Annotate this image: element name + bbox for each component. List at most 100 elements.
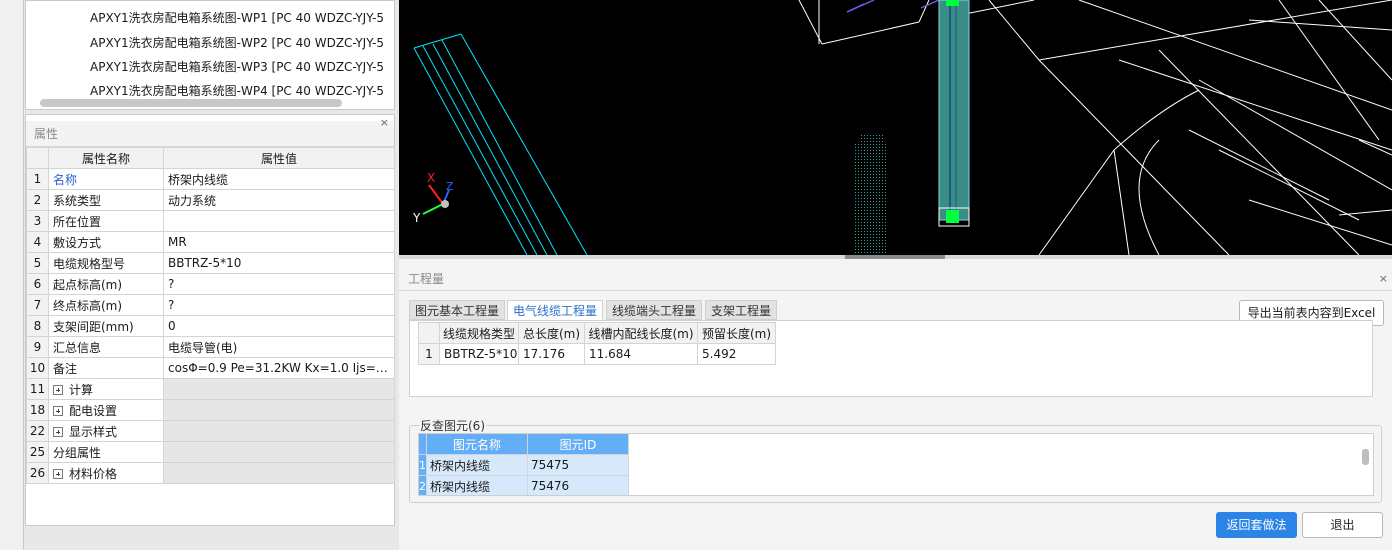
left-toolbar-strip [0,0,24,550]
row-number: 9 [26,336,49,358]
property-name: 支架间距(mm) [48,315,164,337]
properties-panel: × 属性 属性名称 属性值 1 名称 桥架内线缆 2 系统类型 动力系统 3 所在位置 4 敷设方… [25,114,395,526]
direction-arrows [846,0,940,13]
axis-gizmo: X Z Y [412,171,454,225]
table-cell[interactable]: 17.176 [518,343,585,365]
property-row[interactable]: 1 名称 桥架内线缆 [26,168,395,190]
property-value[interactable]: cosΦ=0.9 Pe=31.2KW Kx=1.0 Ijs=52... [163,357,395,379]
property-row[interactable]: 9 汇总信息 电缆导管(电) [26,336,395,358]
row-number: 1 [419,454,427,476]
row-number: 4 [26,231,49,253]
tab-cable-terminal-quantities[interactable]: 线缆端头工程量 [606,300,703,320]
3d-viewport[interactable]: X Z Y [399,0,1392,255]
property-value[interactable]: 动力系统 [163,189,395,211]
tab-basic-quantities[interactable]: 图元基本工程量 [409,300,506,320]
cable-quantity-table-container: 线缆规格类型 总长度(m) 线槽内配线长度(m) 预留长度(m) 1 BBTRZ… [409,320,1373,397]
row-number: 26 [26,462,49,484]
property-row[interactable]: 22 显示样式 [26,420,395,442]
corner-cell [418,322,440,344]
row-number: 8 [26,315,49,337]
property-row[interactable]: 6 起点标高(m)? [26,273,395,295]
property-value[interactable] [163,420,395,442]
property-name: 分组属性 [48,441,164,463]
corner-cell [26,147,49,169]
close-icon[interactable]: × [380,116,389,129]
property-name: 材料价格 [48,462,164,484]
property-value[interactable] [163,399,395,421]
tree-item[interactable]: APXY1洗衣房配电箱系统图-WP3 [PC 40 WDZC-YJY-5 [90,56,384,78]
column-header: 线缆规格类型 [439,322,519,344]
table-row[interactable]: 1 BBTRZ-5*10 17.176 11.684 5.492 [418,343,776,365]
column-header: 预留长度(m) [697,322,776,344]
row-number: 18 [26,399,49,421]
property-row[interactable]: 25 分组属性 [26,441,395,463]
table-cell[interactable]: 桥架内线缆 [426,454,528,476]
property-value[interactable] [163,462,395,484]
table-cell[interactable]: BBTRZ-5*10 [439,343,519,365]
property-name: 电缆规格型号 [48,252,164,274]
property-row[interactable]: 26 材料价格 [26,462,395,484]
quantities-panel-title: 工程量 × [399,267,1392,291]
property-value[interactable] [163,441,395,463]
property-value[interactable]: 电缆导管(电) [163,336,395,358]
row-number: 5 [26,252,49,274]
property-value[interactable]: BBTRZ-5*10 [163,252,395,274]
property-row[interactable]: 8 支架间距(mm) 0 [26,315,395,337]
table-row[interactable]: 2 桥架内线缆 75476 [419,475,629,495]
property-value[interactable] [163,378,395,400]
properties-table: 属性名称 属性值 1 名称 桥架内线缆 2 系统类型 动力系统 3 所在位置 4 敷设方式 MR 5 电… [26,147,395,484]
property-name-text: 起点标高(m) [53,277,123,292]
table-cell[interactable]: 11.684 [584,343,698,365]
property-value[interactable]: 桥架内线缆 [163,168,395,190]
property-value[interactable] [163,210,395,232]
row-number: 22 [26,420,49,442]
property-name: 计算 [48,378,164,400]
property-row[interactable]: 2 系统类型 动力系统 [26,189,395,211]
property-row[interactable]: 7 终点标高(m)? [26,294,395,316]
tab-cable-quantities[interactable]: 电气线缆工程量 [507,300,604,320]
expand-plus-icon[interactable] [53,468,63,479]
row-number: 1 [418,343,440,365]
vertical-scrollbar[interactable] [1362,449,1369,465]
row-number: 2 [419,475,427,495]
expand-plus-icon[interactable] [53,405,63,416]
property-value[interactable]: MR [163,231,395,253]
property-name-text: 所在位置 [53,214,102,229]
table-row[interactable]: 1 桥架内线缆 75475 [419,454,629,476]
table-cell[interactable]: 5.492 [697,343,776,365]
return-to-method-button[interactable]: 返回套做法 [1216,512,1297,538]
property-name-text: 配电设置 [69,403,118,418]
corner-cell [419,434,427,455]
property-row[interactable]: 18 配电设置 [26,399,395,421]
property-value[interactable]: ? [163,273,395,295]
property-row[interactable]: 4 敷设方式 MR [26,231,395,253]
tree-item[interactable]: APXY1洗衣房配电箱系统图-WP2 [PC 40 WDZC-YJY-5 [90,32,384,54]
property-name-text: 显示样式 [69,424,118,439]
selected-cable-pipe [938,0,970,227]
property-row[interactable]: 10 备注 cosΦ=0.9 Pe=31.2KW Kx=1.0 Ijs=52... [26,357,395,379]
tree-horizontal-scrollbar[interactable] [40,99,342,107]
table-cell[interactable]: 桥架内线缆 [426,475,528,495]
property-row[interactable]: 5 电缆规格型号 BBTRZ-5*10 [26,252,395,274]
tab-bracket-quantities[interactable]: 支架工程量 [705,300,778,320]
row-number: 10 [26,357,49,379]
table-cell[interactable]: 75476 [527,475,629,495]
cable-quantity-table: 线缆规格类型 总长度(m) 线槽内配线长度(m) 预留长度(m) 1 BBTRZ… [418,322,776,365]
property-name: 配电设置 [48,399,164,421]
tree-item[interactable]: APXY1洗衣房配电箱系统图-WP1 [PC 40 WDZC-YJY-5 [90,7,384,29]
table-cell[interactable]: 75475 [527,454,629,476]
row-number: 2 [26,189,49,211]
quantities-title-text: 工程量 [408,272,445,286]
property-value[interactable]: ? [163,294,395,316]
column-header-property-name: 属性名称 [48,147,164,169]
exit-button[interactable]: 退出 [1302,512,1383,538]
property-row[interactable]: 3 所在位置 [26,210,395,232]
expand-plus-icon[interactable] [53,384,63,395]
expand-plus-icon[interactable] [53,426,63,437]
reverse-lookup-group: 反查图元(6) 图元名称 图元ID 1 桥架内线缆 75475 2 桥架内线缆 … [409,417,1382,503]
property-row[interactable]: 11 计算 [26,378,395,400]
property-name: 敷设方式 [48,231,164,253]
reverse-lookup-legend: 反查图元(6) [419,417,486,434]
close-icon[interactable]: × [1379,267,1388,291]
property-value[interactable]: 0 [163,315,395,337]
